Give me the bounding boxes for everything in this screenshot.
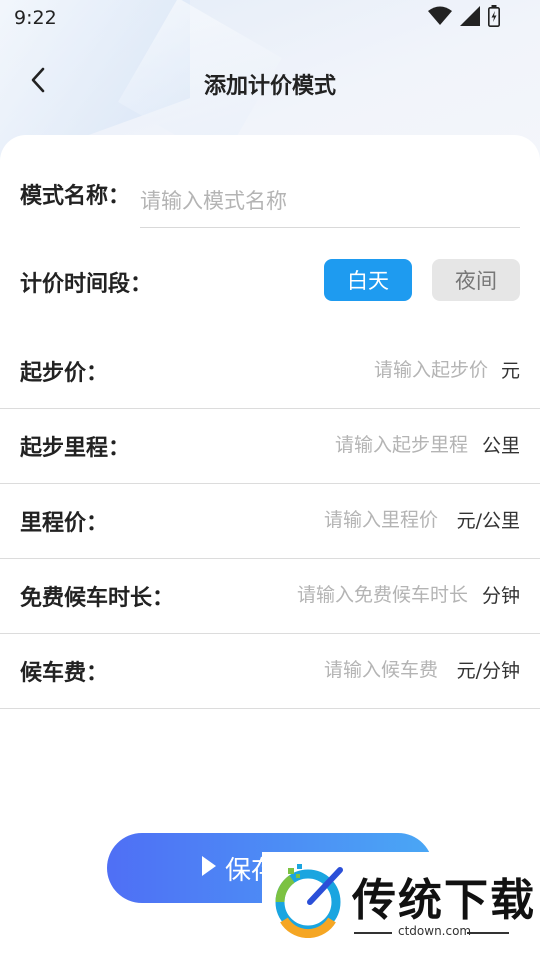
wait-fee-unit: 元/分钟 xyxy=(456,660,520,682)
distance-price-input[interactable] xyxy=(238,503,438,537)
distance-price-label: 里程价： xyxy=(20,511,109,536)
base-distance-input[interactable] xyxy=(238,428,468,462)
period-night-button[interactable]: 夜间 xyxy=(432,259,520,301)
period-label: 计价时间段： xyxy=(20,272,153,297)
form-row-distance-price: 里程价： 元/公里 xyxy=(0,483,540,559)
free-wait-label: 免费候车时长： xyxy=(20,586,175,611)
signal-icon xyxy=(460,6,480,30)
watermark-text: 传统下载 xyxy=(352,875,536,926)
watermark-divider xyxy=(354,932,392,934)
free-wait-unit: 分钟 xyxy=(481,585,520,607)
wait-fee-label: 候车费： xyxy=(20,661,109,686)
play-icon xyxy=(201,855,217,881)
form-row-base-distance: 起步里程： 公里 xyxy=(0,408,540,484)
form-row-free-wait: 免费候车时长： 分钟 xyxy=(0,558,540,634)
nav-bar: 添加计价模式 xyxy=(0,56,540,110)
distance-price-unit: 元/公里 xyxy=(456,510,520,532)
base-distance-label: 起步里程： xyxy=(20,436,131,461)
watermark-logo xyxy=(270,862,346,942)
status-icons xyxy=(428,5,500,31)
status-bar: 9:22 xyxy=(0,0,540,36)
base-price-label: 起步价： xyxy=(20,361,109,386)
base-price-input[interactable] xyxy=(288,353,488,387)
wait-fee-input[interactable] xyxy=(238,653,438,687)
battery-icon xyxy=(488,5,500,31)
page-title: 添加计价模式 xyxy=(203,74,336,99)
form-row-wait-fee: 候车费： 元/分钟 xyxy=(0,633,540,709)
free-wait-input[interactable] xyxy=(258,578,468,612)
wifi-icon xyxy=(428,6,452,30)
form-row-base-price: 起步价： 元 xyxy=(0,333,540,409)
watermark-url: ctdown.com xyxy=(398,924,472,938)
watermark-divider xyxy=(467,932,509,934)
watermark: 传统下载 ctdown.com xyxy=(262,852,540,960)
base-price-unit: 元 xyxy=(500,360,520,382)
period-day-button[interactable]: 白天 xyxy=(324,259,412,301)
mode-name-input[interactable] xyxy=(140,175,520,228)
status-time: 9:22 xyxy=(14,7,57,29)
base-distance-unit: 公里 xyxy=(481,435,520,457)
mode-name-label: 模式名称： xyxy=(20,184,131,209)
